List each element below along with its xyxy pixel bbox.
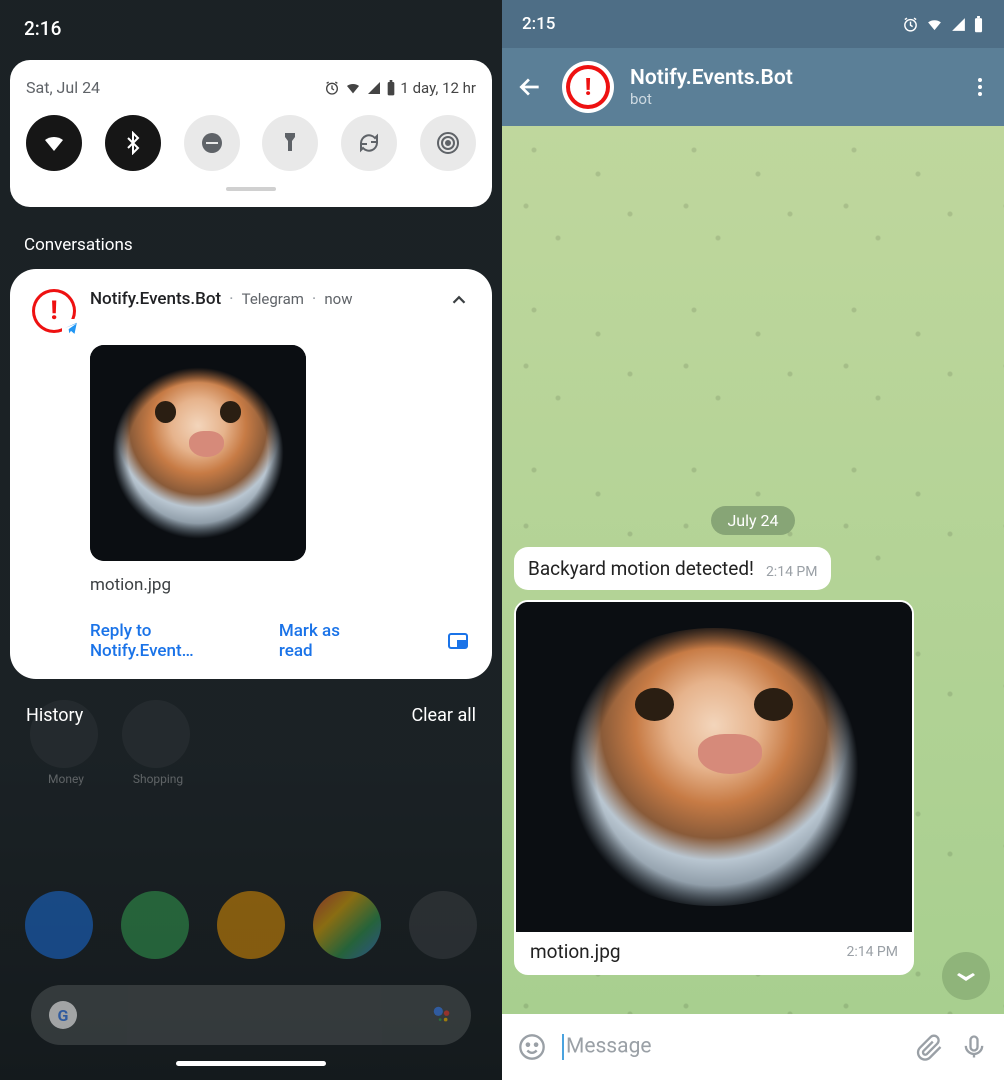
qs-toggle-flashlight[interactable] [262,115,318,171]
conversations-label: Conversations [24,235,133,255]
mic-icon[interactable] [960,1033,988,1061]
message-time: 2:14 PM [766,564,818,580]
dock-app-camera[interactable] [409,891,477,959]
qs-status-icons: 1 day, 12 hr [324,79,476,97]
qs-toggle-hotspot[interactable] [420,115,476,171]
input-placeholder: Message [566,1035,652,1059]
dock-app-messages[interactable] [121,891,189,959]
chat-avatar[interactable]: ! [562,61,614,113]
alarm-icon [324,80,340,96]
dock-app-chrome[interactable] [313,891,381,959]
notification-sender: Notify.Events.Bot [90,289,221,309]
notification-card[interactable]: ! Notify.Events.Bot · Telegram · now [10,269,492,679]
notification-time: now [324,290,352,308]
qs-expand-handle[interactable] [226,187,276,191]
attach-icon[interactable] [916,1033,944,1061]
chat-title[interactable]: Notify.Events.Bot [630,66,952,90]
dock-app-music[interactable] [217,891,285,959]
message-image[interactable]: motion.jpg 2:14 PM [514,600,914,975]
reply-button[interactable]: Reply to Notify.Event… [90,621,239,661]
message-text-content: Backyard motion detected! [528,557,754,580]
back-button[interactable] [514,74,546,100]
date-chip: July 24 [711,506,794,535]
folder-label: Shopping [133,772,183,786]
mark-read-button[interactable]: Mark as read [279,621,366,661]
google-icon: G [49,1001,77,1029]
scroll-down-button[interactable] [942,952,990,1000]
status-bar: 2:15 [502,0,1004,48]
qs-toggle-row [26,115,476,171]
image-caption: motion.jpg [530,940,621,963]
signal-icon [950,16,967,33]
chat-input-bar: Message [502,1014,1004,1080]
battery-icon [386,80,396,96]
pip-icon[interactable] [446,629,470,653]
search-bar[interactable]: G [31,985,471,1045]
assistant-icon[interactable] [431,1004,453,1026]
more-button[interactable] [968,75,992,99]
history-label[interactable]: History [26,705,83,726]
chat-appbar: ! Notify.Events.Bot bot [502,48,1004,126]
alarm-icon [902,16,919,33]
notification-filename: motion.jpg [90,575,470,595]
collapse-icon[interactable] [448,289,470,311]
image-time: 2:14 PM [846,944,898,960]
message-text[interactable]: Backyard motion detected! 2:14 PM [514,547,831,590]
quick-settings-panel[interactable]: Sat, Jul 24 1 day, 12 hr [10,60,492,207]
qs-toggle-bluetooth[interactable] [105,115,161,171]
telegram-chat: 2:15 ! Notify.Events.Bot bot July 24 Bac… [502,0,1004,1080]
caret [562,1034,564,1060]
chat-subtitle: bot [630,90,952,108]
wifi-icon [344,80,362,96]
notification-image[interactable] [90,345,306,561]
sticker-icon[interactable] [518,1033,546,1061]
clock: 2:16 [24,17,61,40]
notification-app-name: Telegram [242,290,304,308]
battery-icon [973,16,984,33]
signal-icon [366,80,382,96]
clock: 2:15 [522,14,555,34]
qs-toggle-autorotate[interactable] [341,115,397,171]
dock-app-phone[interactable] [25,891,93,959]
wifi-icon [925,16,944,33]
message-input[interactable]: Message [562,1034,900,1060]
battery-text: 1 day, 12 hr [400,79,476,97]
clear-all-button[interactable]: Clear all [411,705,476,726]
gesture-nav-pill[interactable] [176,1061,326,1066]
qs-toggle-wifi[interactable] [26,115,82,171]
status-icons [902,16,984,33]
telegram-badge-icon [62,319,80,337]
qs-date: Sat, Jul 24 [26,78,100,97]
android-notification-shade: 2:16 Sat, Jul 24 [0,0,502,1080]
notification-app-icon: ! [32,289,76,333]
section-conversations: Conversations [0,207,502,269]
chat-body[interactable]: July 24 Backyard motion detected! 2:14 P… [502,126,1004,1014]
status-bar: 2:16 [0,0,502,56]
home-dock: G [0,820,502,1080]
qs-toggle-dnd[interactable] [184,115,240,171]
folder-label: Money [48,772,84,786]
